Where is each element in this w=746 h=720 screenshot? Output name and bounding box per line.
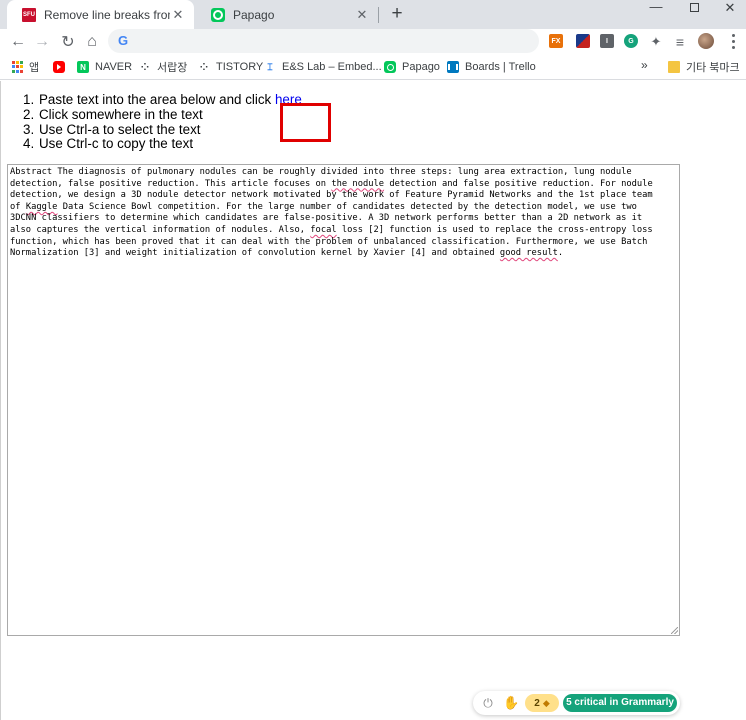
bookmark-trello[interactable]: Boards | Trello: [447, 59, 536, 75]
dark-extension-icon[interactable]: I: [600, 34, 614, 48]
grammarly-extension-icon[interactable]: G: [624, 34, 638, 48]
grammar-flag[interactable]: focal: [310, 225, 336, 235]
fx-extension-icon[interactable]: FX: [549, 34, 563, 48]
tistory-dots-icon: ⁘: [140, 61, 150, 73]
grammarly-toolbar: ⏻ ✋ 2 ◆ 5 critical in Grammarly: [473, 691, 680, 715]
tab-remove-line-breaks[interactable]: SFU Remove line breaks from text ✕: [7, 0, 194, 29]
instruction-step: 2. Click somewhere in the text: [23, 106, 203, 122]
back-button[interactable]: ←: [7, 31, 29, 53]
naver-icon: N: [77, 61, 89, 73]
papago-icon: [384, 61, 396, 73]
bookmark-es-lab[interactable]: ⌶ E&S Lab – Embed...: [264, 59, 381, 75]
bookmark-youtube[interactable]: [53, 59, 71, 75]
bookmarks-bar: 앱 N NAVER ⁘ 서랍장 ⁘ TISTORY ⌶ E&S Lab – Em…: [0, 54, 746, 80]
trello-icon: [447, 61, 459, 73]
instructions-list: 1. Paste text into the area below and cli…: [23, 92, 302, 152]
grammar-flag[interactable]: the nodule: [331, 179, 384, 189]
bookmark-tistory[interactable]: ⁘ TISTORY: [198, 59, 263, 75]
resize-handle[interactable]: [671, 627, 678, 634]
menu-more-icon[interactable]: [728, 32, 738, 50]
instruction-step: 3. Use Ctrl-a to select the text: [23, 121, 201, 137]
close-tab-icon[interactable]: ✕: [354, 7, 370, 23]
reading-list-icon[interactable]: ≡: [669, 31, 691, 53]
apps-grid-icon: [11, 61, 23, 73]
spelling-flag[interactable]: Kaggle: [26, 202, 58, 212]
tab-separator: [378, 7, 379, 23]
papago-favicon-icon: [211, 7, 225, 22]
es-lab-icon: ⌶: [267, 61, 273, 72]
address-bar[interactable]: G: [108, 29, 539, 53]
browser-toolbar: ← → ↻ ⌂ G FX I G ✦ ≡: [0, 29, 746, 54]
tab-papago[interactable]: Papago ✕: [196, 0, 378, 29]
bookmark-seorapjang[interactable]: ⁘ 서랍장: [139, 59, 188, 75]
page-content: 1. Paste text into the area below and cli…: [0, 81, 746, 720]
flag-extension-icon[interactable]: [576, 34, 590, 48]
instruction-step: 1. Paste text into the area below and cli…: [23, 92, 302, 107]
bookmark-naver[interactable]: N NAVER: [77, 59, 132, 75]
power-icon[interactable]: ⏻: [481, 696, 495, 710]
maximize-button[interactable]: [674, 0, 714, 29]
tistory-dots-icon: ⁘: [199, 61, 209, 73]
new-tab-button[interactable]: +: [386, 3, 408, 25]
maximize-icon: [689, 3, 699, 12]
youtube-icon: [53, 61, 65, 73]
home-button[interactable]: ⌂: [81, 31, 103, 53]
annotation-highlight-box: [280, 103, 331, 142]
bookmarks-overflow-button[interactable]: »: [641, 58, 648, 72]
tab-title: Papago: [233, 7, 275, 22]
profile-avatar[interactable]: [698, 33, 714, 49]
hand-icon[interactable]: ✋: [503, 695, 519, 711]
bookmark-papago[interactable]: Papago: [384, 59, 440, 75]
close-tab-icon[interactable]: ✕: [170, 7, 186, 23]
google-icon: G: [118, 33, 129, 48]
folder-icon: [668, 61, 680, 73]
forward-button[interactable]: →: [31, 31, 53, 53]
tab-strip: SFU Remove line breaks from text ✕ Papag…: [0, 0, 746, 29]
puzzle-extensions-icon[interactable]: ✦: [645, 31, 667, 53]
sfu-favicon-icon: SFU: [22, 7, 36, 22]
reload-button[interactable]: ↻: [57, 31, 79, 53]
instruction-step: 4. Use Ctrl-c to copy the text: [23, 136, 194, 152]
bookmark-apps[interactable]: 앱: [11, 59, 39, 75]
grammar-flag[interactable]: good result: [500, 248, 558, 258]
text-input-area[interactable]: Abstract The diagnosis of pulmonary nodu…: [7, 164, 680, 715]
gem-icon: ◆: [542, 697, 550, 708]
grammarly-premium-badge[interactable]: 2 ◆: [525, 694, 559, 712]
bookmark-other-folder[interactable]: 기타 북마크: [668, 59, 740, 75]
grammarly-critical-button[interactable]: 5 critical in Grammarly: [563, 694, 677, 712]
minimize-button[interactable]: —: [636, 0, 676, 29]
tab-title: Remove line breaks from text: [44, 7, 170, 22]
textarea-content: Abstract The diagnosis of pulmonary nodu…: [10, 167, 653, 259]
close-window-button[interactable]: ✕: [710, 0, 746, 29]
